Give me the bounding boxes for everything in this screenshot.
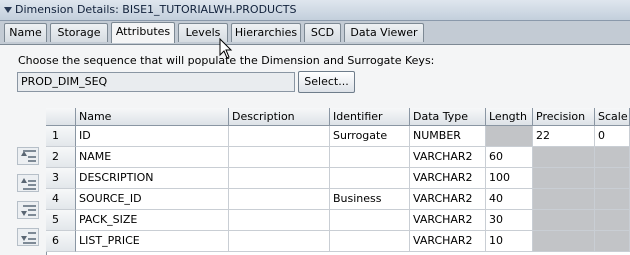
cell-name[interactable]: DESCRIPTION — [76, 168, 229, 189]
cell-precision — [533, 231, 595, 252]
cell-name[interactable]: SOURCE_ID — [76, 189, 229, 210]
cell-precision — [533, 210, 595, 231]
cell-precision[interactable]: 22 — [533, 126, 595, 147]
column-header-identifier[interactable]: Identifier — [330, 108, 410, 126]
cell-precision — [533, 189, 595, 210]
cell-description[interactable] — [229, 126, 330, 147]
cell-identifier[interactable] — [330, 168, 410, 189]
tab-storage[interactable]: Storage — [50, 23, 108, 42]
cell-data-type[interactable]: VARCHAR2 — [410, 189, 486, 210]
cell-identifier[interactable] — [330, 147, 410, 168]
cell-scale — [595, 189, 630, 210]
tab-strip: Name Storage Attributes Levels Hierarchi… — [0, 21, 630, 44]
cell-description[interactable] — [229, 231, 330, 252]
column-header-precision[interactable]: Precision — [533, 108, 595, 126]
row-number[interactable]: 4 — [46, 189, 76, 210]
move-to-bottom-icon[interactable] — [17, 228, 39, 246]
cell-description[interactable] — [229, 189, 330, 210]
cell-description[interactable] — [229, 210, 330, 231]
cell-data-type[interactable]: VARCHAR2 — [410, 168, 486, 189]
column-header-description[interactable]: Description — [229, 108, 330, 126]
row-number[interactable]: 5 — [46, 210, 76, 231]
cell-identifier[interactable]: Surrogate — [330, 126, 410, 147]
cell-precision — [533, 168, 595, 189]
cell-length[interactable]: 60 — [486, 147, 533, 168]
cell-data-type[interactable]: VARCHAR2 — [410, 231, 486, 252]
column-header-name[interactable]: Name — [76, 108, 229, 126]
column-header-length[interactable]: Length — [486, 108, 533, 126]
cell-identifier[interactable] — [330, 210, 410, 231]
row-number-header — [46, 108, 76, 126]
move-up-icon[interactable] — [17, 174, 39, 192]
panel-title: Dimension Details: BISE1_TUTORIALWH.PROD… — [15, 3, 297, 16]
select-sequence-button[interactable]: Select... — [298, 71, 355, 93]
row-number[interactable]: 1 — [46, 126, 76, 147]
tab-data-viewer[interactable]: Data Viewer — [344, 23, 424, 42]
cell-length[interactable]: 40 — [486, 189, 533, 210]
cell-scale — [595, 231, 630, 252]
cell-identifier[interactable] — [330, 231, 410, 252]
panel-title-bar[interactable]: Dimension Details: BISE1_TUTORIALWH.PROD… — [0, 0, 630, 21]
cell-scale — [595, 168, 630, 189]
cell-name[interactable]: ID — [76, 126, 229, 147]
row-number[interactable]: 3 — [46, 168, 76, 189]
cell-scale — [595, 210, 630, 231]
row-number[interactable]: 6 — [46, 231, 76, 252]
cell-data-type[interactable]: NUMBER — [410, 126, 486, 147]
cell-scale — [595, 147, 630, 168]
tab-hierarchies[interactable]: Hierarchies — [231, 23, 301, 42]
cell-name[interactable]: NAME — [76, 147, 229, 168]
cell-scale[interactable]: 0 — [595, 126, 630, 147]
tab-scd[interactable]: SCD — [304, 23, 341, 42]
cell-name[interactable]: LIST_PRICE — [76, 231, 229, 252]
column-header-scale[interactable]: Scale — [595, 108, 630, 126]
sequence-field[interactable]: PROD_DIM_SEQ — [17, 72, 295, 92]
row-number[interactable]: 2 — [46, 147, 76, 168]
cell-name[interactable]: PACK_SIZE — [76, 210, 229, 231]
tab-name[interactable]: Name — [4, 23, 47, 42]
collapse-triangle-icon[interactable] — [4, 7, 12, 13]
cell-data-type[interactable]: VARCHAR2 — [410, 147, 486, 168]
cell-length — [486, 126, 533, 147]
cell-description[interactable] — [229, 168, 330, 189]
cell-length[interactable]: 10 — [486, 231, 533, 252]
cell-precision — [533, 147, 595, 168]
cell-description[interactable] — [229, 147, 330, 168]
column-header-data-type[interactable]: Data Type — [410, 108, 486, 126]
cell-length[interactable]: 100 — [486, 168, 533, 189]
tab-attributes[interactable]: Attributes — [111, 22, 175, 43]
move-down-icon[interactable] — [17, 201, 39, 219]
move-to-top-icon[interactable] — [17, 147, 39, 165]
cell-identifier[interactable]: Business — [330, 189, 410, 210]
mouse-cursor-icon — [219, 38, 233, 59]
cell-data-type[interactable]: VARCHAR2 — [410, 210, 486, 231]
cell-length[interactable]: 30 — [486, 210, 533, 231]
